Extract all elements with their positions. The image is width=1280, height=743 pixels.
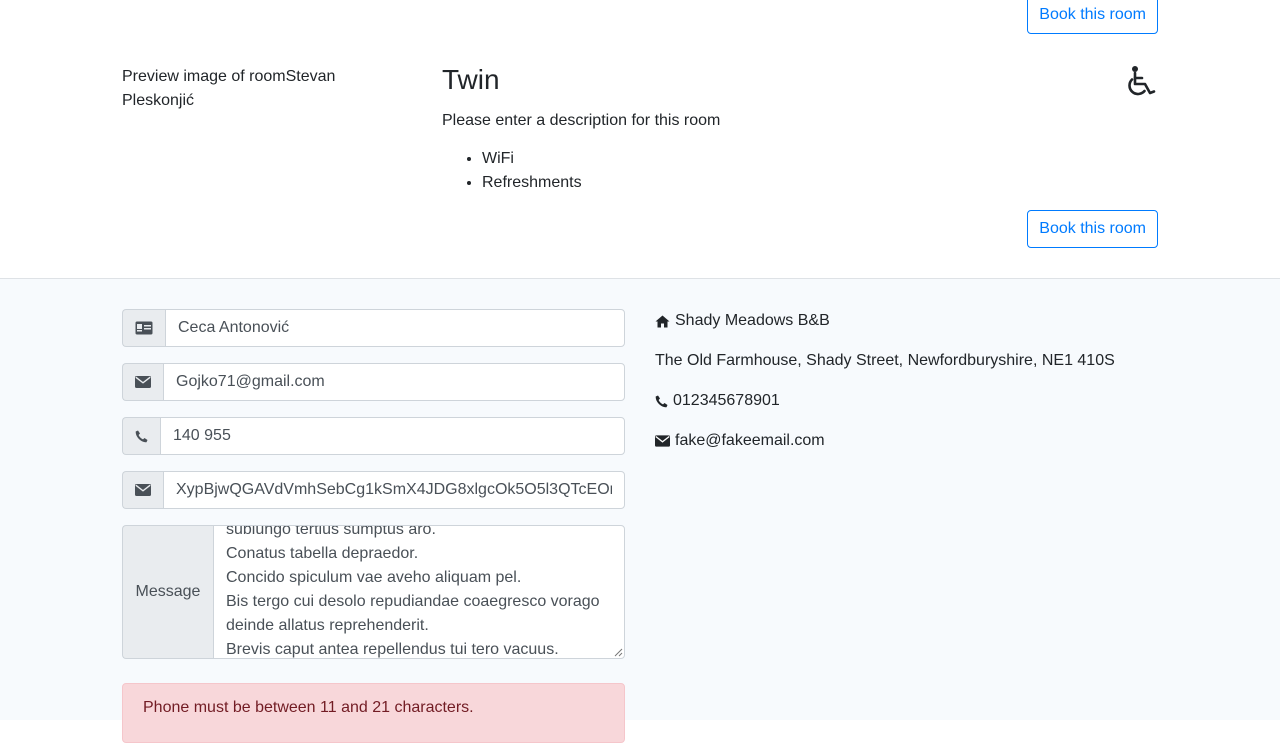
email-input-group — [122, 363, 625, 401]
email-input[interactable] — [163, 363, 625, 401]
message-label: Message — [122, 525, 213, 659]
phone-input-group — [122, 417, 625, 455]
resize-grip-icon[interactable] — [614, 648, 623, 657]
message-line: Concido spiculum vae aveho aliquam pel. — [226, 569, 522, 586]
previous-room-footer: Book this room — [122, 0, 1158, 64]
envelope-icon — [122, 471, 163, 509]
business-phone: 012345678901 — [673, 392, 780, 409]
room-details: Twin Please enter a description for this… — [442, 64, 1158, 278]
name-input[interactable] — [165, 309, 625, 347]
wheelchair-icon — [1128, 66, 1156, 96]
contact-phone-row: 012345678901 — [655, 389, 1155, 413]
feature-item: WiFi — [482, 147, 1158, 171]
book-room-button[interactable]: Book this room — [1027, 0, 1158, 34]
room-title: Twin — [442, 64, 500, 95]
message-line: Brevis caput antea repellendus tui tero … — [226, 641, 559, 658]
room-card: Preview image of roomStevan Pleskonjić T… — [122, 64, 1158, 278]
room-description: Please enter a description for this room — [442, 112, 721, 129]
envelope-icon — [122, 363, 163, 401]
room-image-alt: Preview image of room — [122, 68, 286, 85]
id-card-icon — [122, 309, 165, 347]
home-icon — [655, 315, 670, 327]
name-input-group — [122, 309, 625, 347]
business-address: The Old Farmhouse, Shady Street, Newford… — [655, 352, 1115, 369]
message-line: deinde allatus reprehenderit. — [226, 617, 429, 634]
envelope-icon — [655, 435, 670, 447]
message-line: Conatus tabella depraedor. — [226, 545, 419, 562]
business-name: Shady Meadows B&B — [675, 312, 830, 329]
business-email: fake@fakeemail.com — [675, 432, 825, 449]
room-preview-image: Preview image of roomStevan Pleskonjić — [122, 64, 382, 278]
contact-email-row: fake@fakeemail.com — [655, 429, 1155, 453]
phone-icon — [122, 417, 160, 455]
message-textarea[interactable]: sublungo tertius sumptus aro. Conatus ta… — [213, 525, 625, 659]
feature-item: Refreshments — [482, 171, 1158, 195]
contact-form: Message sublungo tertius sumptus aro. Co… — [122, 309, 625, 743]
message-line: Bis tergo cui desolo repudiandae coaegre… — [226, 593, 600, 610]
message-input-group: Message sublungo tertius sumptus aro. Co… — [122, 525, 625, 659]
contact-address-row: The Old Farmhouse, Shady Street, Newford… — [655, 349, 1155, 373]
room-features: WiFi Refreshments — [442, 147, 1158, 195]
phone-icon — [655, 395, 668, 407]
phone-input[interactable] — [160, 417, 625, 455]
contact-info: Shady Meadows B&B The Old Farmhouse, Sha… — [655, 309, 1155, 469]
book-room-button[interactable]: Book this room — [1027, 210, 1158, 248]
contact-section: Message sublungo tertius sumptus aro. Co… — [0, 278, 1280, 743]
message-line: sublungo tertius sumptus aro. — [226, 525, 436, 538]
subject-input[interactable] — [163, 471, 625, 509]
subject-input-group — [122, 471, 625, 509]
contact-name-row: Shady Meadows B&B — [655, 309, 1155, 333]
error-alert: Phone must be between 11 and 21 characte… — [122, 683, 625, 743]
